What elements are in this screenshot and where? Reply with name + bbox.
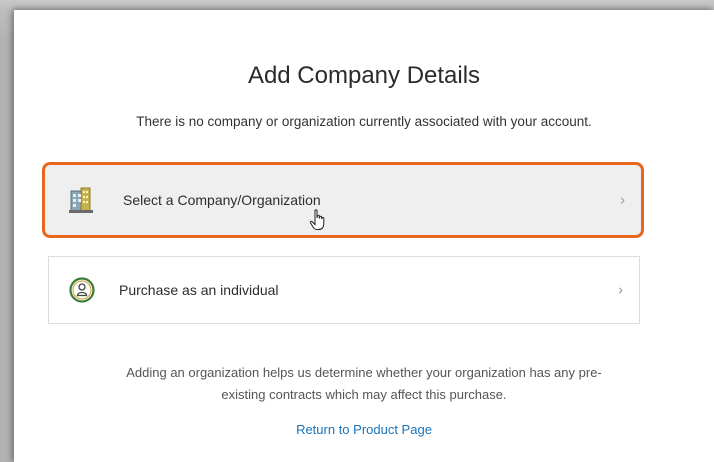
- chevron-right-icon: ›: [620, 191, 625, 209]
- chevron-right-icon: ›: [618, 281, 623, 299]
- organization-note: Adding an organization helps us determin…: [14, 362, 714, 406]
- note-line-2: existing contracts which may affect this…: [221, 387, 507, 402]
- return-to-product-link[interactable]: Return to Product Page: [14, 422, 714, 437]
- hand-pointer-icon: [309, 209, 325, 230]
- page-subtitle: There is no company or organization curr…: [136, 114, 592, 129]
- purchase-individual-label: Purchase as an individual: [119, 282, 279, 298]
- person-circle-icon: [69, 277, 95, 303]
- add-company-panel: Add Company Details There is no company …: [14, 10, 714, 462]
- screenshot-frame: Add Company Details There is no company …: [0, 0, 714, 462]
- select-company-option[interactable]: Select a Company/Organization ›: [42, 162, 644, 238]
- note-line-1: Adding an organization helps us determin…: [126, 365, 602, 380]
- select-company-label: Select a Company/Organization: [123, 192, 321, 208]
- purchase-individual-option[interactable]: Purchase as an individual ›: [48, 256, 640, 324]
- page-title: Add Company Details: [247, 62, 481, 89]
- building-icon: [69, 187, 93, 213]
